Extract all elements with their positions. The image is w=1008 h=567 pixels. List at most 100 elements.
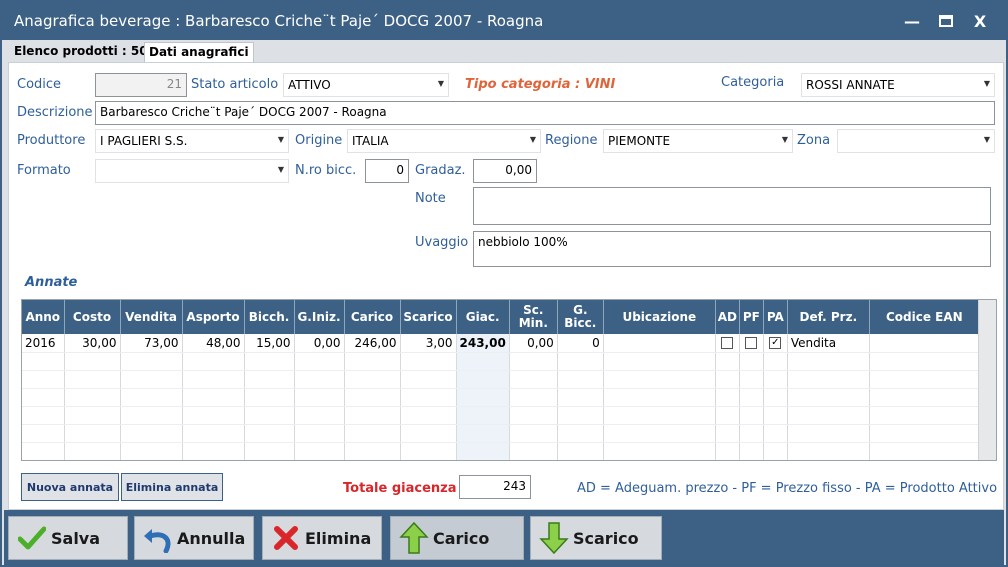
produttore-label: Produttore — [17, 133, 86, 148]
nro-bicc-label: N.ro bicc. — [295, 163, 357, 178]
col-vendita[interactable]: Vendita — [120, 300, 183, 334]
nuova-annata-button[interactable]: Nuova annata — [21, 473, 119, 501]
produttore-select[interactable]: I PAGLIERI S.S. ▼ — [95, 129, 289, 153]
cell-ad[interactable] — [715, 334, 740, 353]
scarico-button[interactable]: Scarico — [530, 516, 662, 560]
table-row-empty — [22, 406, 980, 425]
chevron-down-icon: ▼ — [437, 79, 444, 88]
checkmark-icon — [15, 521, 49, 555]
arrow-down-icon — [537, 521, 571, 555]
col-g-bicc[interactable]: G. Bicc. — [557, 300, 604, 334]
totale-giacenza-label: Totale giacenza — [343, 481, 457, 496]
cell-def-prz[interactable]: Vendita — [787, 334, 870, 353]
uvaggio-label: Uvaggio — [415, 235, 469, 250]
produttore-value: I PAGLIERI S.S. — [100, 134, 188, 148]
legend-text: AD = Adeguam. prezzo - PF = Prezzo fisso… — [577, 481, 998, 496]
chevron-down-icon: ▼ — [983, 135, 990, 144]
uvaggio-field[interactable]: nebbiolo 100% — [473, 231, 991, 267]
salva-button[interactable]: Salva — [8, 516, 128, 560]
totale-giacenza-field: 243 — [459, 475, 531, 499]
formato-select[interactable]: ▼ — [95, 159, 289, 183]
chevron-down-icon: ▼ — [781, 135, 788, 144]
cell-vendita[interactable]: 73,00 — [120, 334, 183, 353]
maximize-icon[interactable] — [934, 10, 958, 32]
elimina-button[interactable]: Elimina — [262, 516, 382, 560]
grid-scrollbar[interactable] — [978, 300, 996, 460]
cell-scarico[interactable]: 3,00 — [400, 334, 457, 353]
regione-value: PIEMONTE — [608, 134, 671, 148]
cell-ubicazione[interactable] — [603, 334, 716, 353]
zona-label: Zona — [797, 133, 831, 148]
cell-costo[interactable]: 30,00 — [64, 334, 121, 353]
cell-sc-min[interactable]: 0,00 — [509, 334, 558, 353]
table-row-empty — [22, 370, 980, 389]
cell-codice-ean[interactable] — [869, 334, 980, 353]
descrizione-field[interactable]: Barbaresco Criche¨t Paje´ DOCG 2007 - Ro… — [95, 101, 995, 125]
carico-button[interactable]: Carico — [390, 516, 524, 560]
regione-select[interactable]: PIEMONTE ▼ — [603, 129, 793, 153]
minimize-icon[interactable]: — — [900, 10, 924, 32]
cell-pa[interactable]: ✓ — [763, 334, 788, 353]
gradaz-field[interactable]: 0,00 — [473, 159, 537, 183]
gradaz-label: Gradaz. — [415, 163, 466, 178]
window-title: Anagrafica beverage : Barbaresco Criche¨… — [14, 12, 544, 30]
origine-label: Origine — [295, 133, 343, 148]
col-ad[interactable]: AD — [715, 300, 740, 334]
cell-giniz[interactable]: 0,00 — [294, 334, 345, 353]
scarico-label: Scarico — [573, 528, 639, 548]
col-giniz[interactable]: G.Iniz. — [294, 300, 345, 334]
cell-bicch[interactable]: 15,00 — [244, 334, 295, 353]
table-row-empty — [22, 388, 980, 407]
col-anno[interactable]: Anno — [22, 300, 65, 334]
cell-g-bicc[interactable]: 0 — [557, 334, 604, 353]
tab-elenco-prodotti[interactable]: Elenco prodotti : 50 — [10, 42, 152, 62]
col-sc-min[interactable]: Sc. Min. — [509, 300, 558, 334]
table-row[interactable]: 2016 30,00 73,00 48,00 15,00 0,00 246,00… — [22, 334, 980, 353]
close-icon[interactable]: X — [968, 10, 992, 32]
col-asporto[interactable]: Asporto — [182, 300, 245, 334]
col-pa[interactable]: PA — [763, 300, 788, 334]
elimina-annata-button[interactable]: Elimina annata — [121, 473, 223, 501]
annulla-button[interactable]: Annulla — [134, 516, 254, 560]
ad-checkbox[interactable] — [721, 337, 734, 350]
col-giac[interactable]: Giac. — [456, 300, 510, 334]
annate-grid: Anno Costo Vendita Asporto Bicch. G.Iniz… — [21, 299, 997, 461]
form-panel: Codice 21 Stato articolo ATTIVO ▼ Tipo c… — [8, 62, 1004, 510]
cell-giac[interactable]: 243,00 — [456, 334, 510, 353]
formato-label: Formato — [17, 163, 71, 178]
origine-select[interactable]: ITALIA ▼ — [347, 129, 541, 153]
col-ubicazione[interactable]: Ubicazione — [603, 300, 716, 334]
chevron-down-icon: ▼ — [983, 79, 990, 88]
col-scarico[interactable]: Scarico — [400, 300, 457, 334]
annulla-label: Annulla — [177, 528, 246, 548]
note-label: Note — [415, 191, 446, 206]
col-carico[interactable]: Carico — [344, 300, 401, 334]
cell-pf[interactable] — [739, 334, 764, 353]
zona-select[interactable]: ▼ — [837, 129, 995, 153]
col-costo[interactable]: Costo — [64, 300, 121, 334]
table-row-empty — [22, 442, 980, 460]
pf-checkbox[interactable] — [745, 337, 758, 350]
stato-articolo-select[interactable]: ATTIVO ▼ — [283, 73, 449, 97]
cell-anno[interactable]: 2016 — [22, 334, 65, 353]
title-bar: Anagrafica beverage : Barbaresco Criche¨… — [2, 2, 1006, 40]
col-codice-ean[interactable]: Codice EAN — [869, 300, 980, 334]
nro-bicc-field[interactable]: 0 — [365, 159, 409, 183]
col-bicch[interactable]: Bicch. — [244, 300, 295, 334]
categoria-select[interactable]: ROSSI ANNATE ▼ — [801, 73, 995, 97]
annate-table: Anno Costo Vendita Asporto Bicch. G.Iniz… — [22, 300, 980, 460]
categoria-value: ROSSI ANNATE — [806, 78, 895, 92]
salva-label: Salva — [51, 528, 101, 548]
col-pf[interactable]: PF — [739, 300, 764, 334]
window: Anagrafica beverage : Barbaresco Criche¨… — [0, 0, 1008, 567]
codice-field[interactable]: 21 — [95, 73, 187, 97]
table-row-empty — [22, 424, 980, 443]
note-field[interactable] — [473, 187, 991, 225]
cell-asporto[interactable]: 48,00 — [182, 334, 245, 353]
chevron-down-icon: ▼ — [277, 165, 284, 174]
tab-dati-anagrafici[interactable]: Dati anagrafici — [144, 42, 254, 62]
pa-checkbox[interactable]: ✓ — [769, 337, 782, 350]
col-def-prz[interactable]: Def. Prz. — [787, 300, 870, 334]
cell-carico[interactable]: 246,00 — [344, 334, 401, 353]
categoria-label: Categoria — [721, 75, 785, 90]
